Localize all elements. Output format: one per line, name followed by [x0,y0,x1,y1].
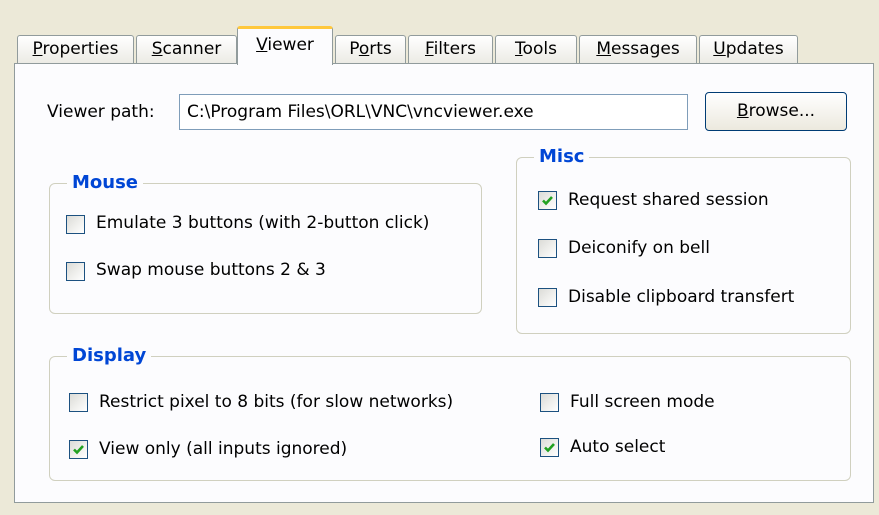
auto-select-checkbox[interactable] [540,438,559,457]
tab-label: iewer [267,35,314,55]
tab-mnemonic: V [256,35,268,55]
tab-mnemonic: S [151,39,163,59]
tab-mnemonic: o [358,39,370,59]
full-screen-mode-checkbox[interactable] [540,393,559,412]
tab-strip: Properties Scanner Viewer Ports Filters … [0,0,879,70]
view-only-checkbox[interactable] [69,440,88,459]
display-group [49,356,851,481]
tab-mnemonic: M [596,39,611,59]
tab-ports[interactable]: Ports [335,35,406,63]
tab-mnemonic: T [515,39,523,59]
browse-mnemonic: B [736,101,749,121]
disable-clipboard-transfer-label: Disable clipboard transfert [568,287,795,307]
mouse-group-title: Mouse [67,172,144,193]
auto-select-label: Auto select [570,437,666,457]
tab-filters[interactable]: Filters [408,35,493,63]
swap-mouse-buttons-label: Swap mouse buttons 2 & 3 [96,260,326,280]
emulate-3-buttons-label: Emulate 3 buttons (with 2-button click) [96,213,430,233]
restrict-pixel-label: Restrict pixel to 8 bits (for slow netwo… [99,392,454,412]
tab-label: ilters [433,39,476,59]
tab-properties[interactable]: Properties [17,35,134,63]
mouse-group [49,183,482,314]
restrict-pixel-checkbox[interactable] [69,393,88,412]
full-screen-mode-label: Full screen mode [570,392,715,412]
tab-tools[interactable]: Tools [495,35,577,63]
browse-label: rowse... [748,101,816,121]
deiconify-on-bell-checkbox[interactable] [538,239,557,258]
browse-button[interactable]: Browse... [705,92,847,131]
tab-messages[interactable]: Messages [579,35,697,63]
request-shared-session-label: Request shared session [568,190,769,210]
swap-mouse-buttons-checkbox[interactable] [66,262,85,281]
disable-clipboard-transfer-checkbox[interactable] [538,288,557,307]
tab-viewer[interactable]: Viewer [237,26,333,65]
view-only-label: View only (all inputs ignored) [99,439,348,459]
check-mark-icon [542,196,553,206]
tab-mnemonic: U [713,39,726,59]
deiconify-on-bell-label: Deiconify on bell [568,238,710,258]
misc-group-title: Misc [534,146,590,167]
request-shared-session-checkbox[interactable] [538,191,557,210]
viewer-path-input[interactable]: C:\Program Files\ORL\VNC\vncviewer.exe [179,94,688,130]
tab-label: canner [162,39,222,59]
tab-label: P [349,39,359,59]
tab-label: roperties [42,39,119,59]
tab-label: ools [522,39,557,59]
viewer-path-label: Viewer path: [47,102,155,122]
display-group-title: Display [67,345,152,366]
tab-mnemonic: F [425,39,434,59]
tab-label: essages [610,39,680,59]
emulate-3-buttons-checkbox[interactable] [66,215,85,234]
tab-label: rts [369,39,392,59]
check-mark-icon [544,443,555,453]
tab-mnemonic: P [32,39,43,59]
check-mark-icon [73,445,84,455]
tab-scanner[interactable]: Scanner [136,35,237,63]
tab-updates[interactable]: Updates [699,35,798,63]
tab-label: pdates [725,39,784,59]
